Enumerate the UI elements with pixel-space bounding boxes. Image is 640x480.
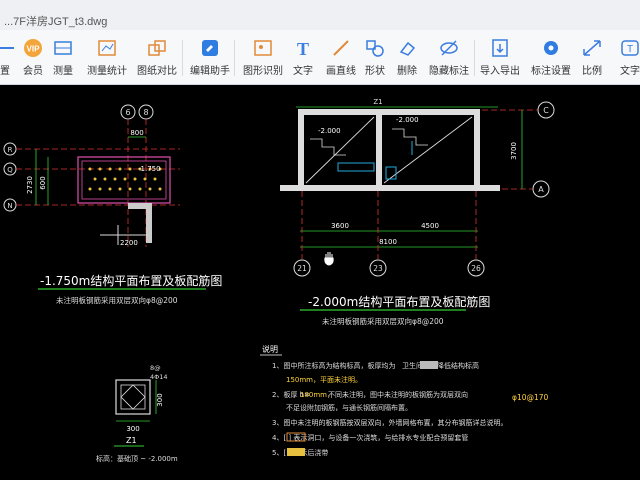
stats-icon (96, 38, 118, 58)
dimension-text: 300 (126, 425, 139, 433)
toolbar: 置 VIP 会员 测量 测量统计 图纸对比 编辑助手 图形识别 T 文字 画直线… (0, 30, 640, 85)
dimension-text: 2200 (120, 239, 138, 247)
axis-label: 8 (143, 108, 148, 117)
note-line: φ10@170 (512, 393, 549, 402)
text-box-icon: T (619, 38, 640, 58)
toolbar-label: 测量 (53, 66, 73, 77)
toolbar-compare-button[interactable]: 图纸对比 (134, 32, 180, 82)
axis-label: N (7, 202, 12, 210)
toolbar-label: 标注设置 (531, 66, 571, 77)
level-text: -2.000 (318, 127, 341, 135)
mid-plan-title: -2.000m结构平面布置及板配筋图 (308, 294, 490, 309)
stirrup-diamond (120, 384, 146, 410)
note-line: 不足设附加钢筋，与通长钢筋间隔布置。 (286, 403, 412, 412)
compare-icon (146, 38, 168, 58)
svg-text:T: T (297, 39, 309, 58)
highlight-box (420, 361, 438, 369)
title-bar: ...7F洋房JGT_t3.dwg (0, 0, 640, 31)
legend-box (287, 448, 305, 456)
mid-plan-note: 未注明板钢筋采用双层双向φ8@200 (322, 316, 444, 326)
column-detail: 8@ 4Φ14 300 300 Z1 标高：基础顶 ~ -2.000m (96, 364, 178, 463)
text-icon: T (292, 38, 314, 59)
axis-label: 26 (471, 264, 481, 273)
note-line: 150mm，平面未注明。 (286, 375, 362, 384)
dimension-text: 3700 (510, 142, 518, 160)
toolbar-separator (234, 40, 235, 76)
shape-icon (364, 38, 386, 58)
shape-recognize-icon (252, 38, 274, 58)
toolbar-measure-stats-button[interactable]: 测量统计 (82, 32, 132, 82)
axis-label: 21 (297, 264, 307, 273)
eye-slash-icon (438, 38, 460, 58)
toolbar-label: 编辑助手 (190, 66, 230, 77)
dimension-text: 800 (130, 129, 143, 137)
toolbar-text2-button[interactable]: T 文字 (610, 32, 640, 82)
notes-heading: 说明 (262, 344, 278, 354)
left-plan: 6 8 800 R Q N 2730 600 -1.750 2200 -1.75… (3, 104, 222, 305)
toolbar-annotation-settings-button[interactable]: 标注设置 (526, 32, 576, 82)
wall (298, 109, 304, 187)
axis-label: R (8, 146, 13, 154)
toolbar-label: 比例 (582, 66, 602, 77)
dimension-text: 600 (39, 176, 47, 189)
annotation-settings-icon (540, 38, 562, 58)
toolbar-hide-annotation-button[interactable]: 隐藏标注 (424, 32, 474, 82)
level-text: -2.000 (396, 116, 419, 124)
toolbar-label: 导入导出 (480, 66, 520, 77)
left-plan-note: 未注明板钢筋采用双层双向φ8@200 (56, 295, 178, 305)
scale-icon (581, 38, 603, 58)
axis-label: 6 (125, 108, 130, 117)
note-line: 1、图中所注标高为结构标高，板厚均为 (272, 361, 395, 370)
column-note: 标高：基础顶 ~ -2.000m (96, 454, 178, 463)
note-line: 不同未注明，图中未注明的板钢筋为双层双向 (328, 390, 468, 399)
left-plan-title: -1.750m结构平面布置及板配筋图 (40, 273, 222, 288)
toolbar-separator (182, 40, 183, 76)
axis-label: C (543, 106, 549, 115)
ruler-icon (52, 38, 74, 58)
dimension-text: 4500 (421, 222, 439, 230)
rebar-marker (337, 162, 375, 172)
wall (376, 109, 382, 187)
eraser-icon (396, 38, 418, 58)
level-text: -1.750 (138, 165, 161, 173)
dimension-text: 300 (156, 393, 164, 406)
column-tag: Z1 (373, 98, 382, 106)
toolbar-separator (474, 40, 475, 76)
note-line: 卫生间楼面降低结构标高 (402, 361, 479, 370)
axis-label: 23 (373, 264, 383, 273)
toolbar-edit-helper-button[interactable]: 编辑助手 (188, 32, 232, 82)
note-line: 3、图中未注明的板钢筋按双层双向，外墙网格布置，其分布钢筋详总说明。 (272, 418, 507, 427)
drawing-canvas[interactable]: 6 8 800 R Q N 2730 600 -1.750 2200 -1.75… (0, 85, 640, 480)
line-icon (330, 38, 352, 58)
stirrup (120, 384, 146, 410)
window-title: ...7F洋房JGT_t3.dwg (4, 16, 108, 28)
toolbar-scale-button[interactable]: 比例 (572, 32, 612, 82)
edit-helper-icon (199, 38, 221, 58)
dimension-text: 3600 (331, 222, 349, 230)
rebar-label: 4Φ14 (150, 373, 168, 381)
toolbar-label: 图纸对比 (137, 66, 177, 77)
dimension-text: 8100 (379, 238, 397, 246)
toolbar-import-export-button[interactable]: 导入导出 (476, 32, 524, 82)
toolbar-measure-button[interactable]: 测量 (40, 32, 86, 82)
rebar-label: 8@ (150, 364, 161, 372)
toolbar-label: 测量统计 (87, 66, 127, 77)
wall (474, 109, 480, 187)
dimension-text: 2730 (26, 176, 34, 194)
column-tag: Z1 (126, 436, 137, 445)
toolbar-label: 隐藏标注 (429, 66, 469, 77)
wall (280, 185, 500, 191)
axis-label: A (538, 185, 544, 194)
svg-text:T: T (627, 44, 633, 55)
notes-block: 说明 1、图中所注标高为结构标高，板厚均为 卫生间楼面降低结构标高 150mm，… (260, 344, 549, 457)
slab-diagonal (383, 116, 473, 184)
import-export-icon (489, 38, 511, 58)
axis-label: Q (7, 166, 13, 174)
vip-badge: VIP (27, 45, 41, 54)
hand-cursor-icon (324, 252, 334, 266)
mid-plan: Z1 -2.000 -2.000 C A 3700 3600 4500 8100… (280, 98, 555, 326)
wall (298, 109, 480, 115)
toolbar-label: 文字 (620, 66, 640, 77)
wall (146, 203, 152, 243)
